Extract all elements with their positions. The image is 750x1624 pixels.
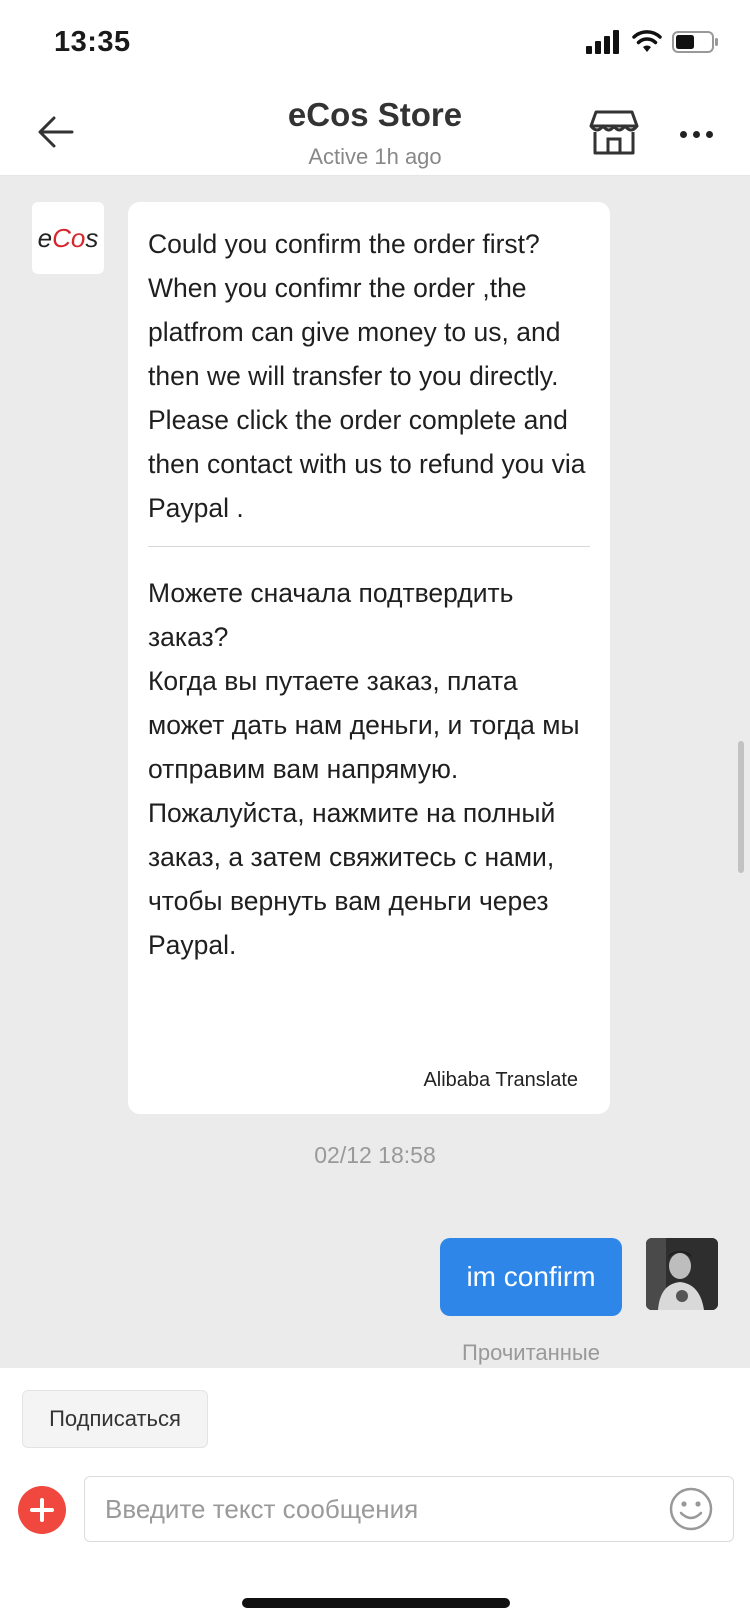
add-attachment-button[interactable] [18,1486,66,1534]
subscribe-button[interactable]: Подписаться [22,1390,208,1448]
chat-scrollbar[interactable] [738,741,744,873]
status-icons [586,30,720,54]
emoji-button[interactable] [668,1486,714,1532]
bottom-panel: Подписаться [0,1368,750,1624]
wifi-icon [632,30,662,52]
translation-divider [148,546,590,547]
smiley-icon [669,1487,713,1531]
status-time: 13:35 [54,26,131,58]
status-bar: 13:35 [0,0,750,88]
chat-header: eCos Store Active 1h ago [0,88,750,176]
message-timestamp: 02/12 18:58 [314,1142,436,1168]
message-translated-text: Можете сначала подтвердить заказ? Когда … [148,578,580,960]
seller-avatar[interactable]: eCos [32,202,104,274]
translation-source-label: Alibaba Translate [423,1069,578,1091]
message-input[interactable] [84,1476,734,1542]
more-dots-icon [679,130,687,138]
plus-icon [30,1498,54,1522]
user-photo [646,1238,718,1310]
incoming-message-bubble[interactable]: Could you confirm the order first? When … [128,202,610,1114]
signal-icon [586,30,619,54]
read-status: Прочитанные [462,1340,600,1365]
store-button[interactable] [588,106,640,158]
chat-area[interactable]: eCos Could you confirm the order first? … [0,176,750,1368]
home-indicator[interactable] [242,1598,510,1608]
store-icon [589,110,639,155]
battery-icon [672,31,718,53]
message-original-text: Could you confirm the order first? When … [148,229,586,523]
more-options-button[interactable] [672,110,720,158]
outgoing-message-bubble[interactable]: im confirm [440,1238,622,1316]
user-avatar[interactable] [646,1238,718,1310]
